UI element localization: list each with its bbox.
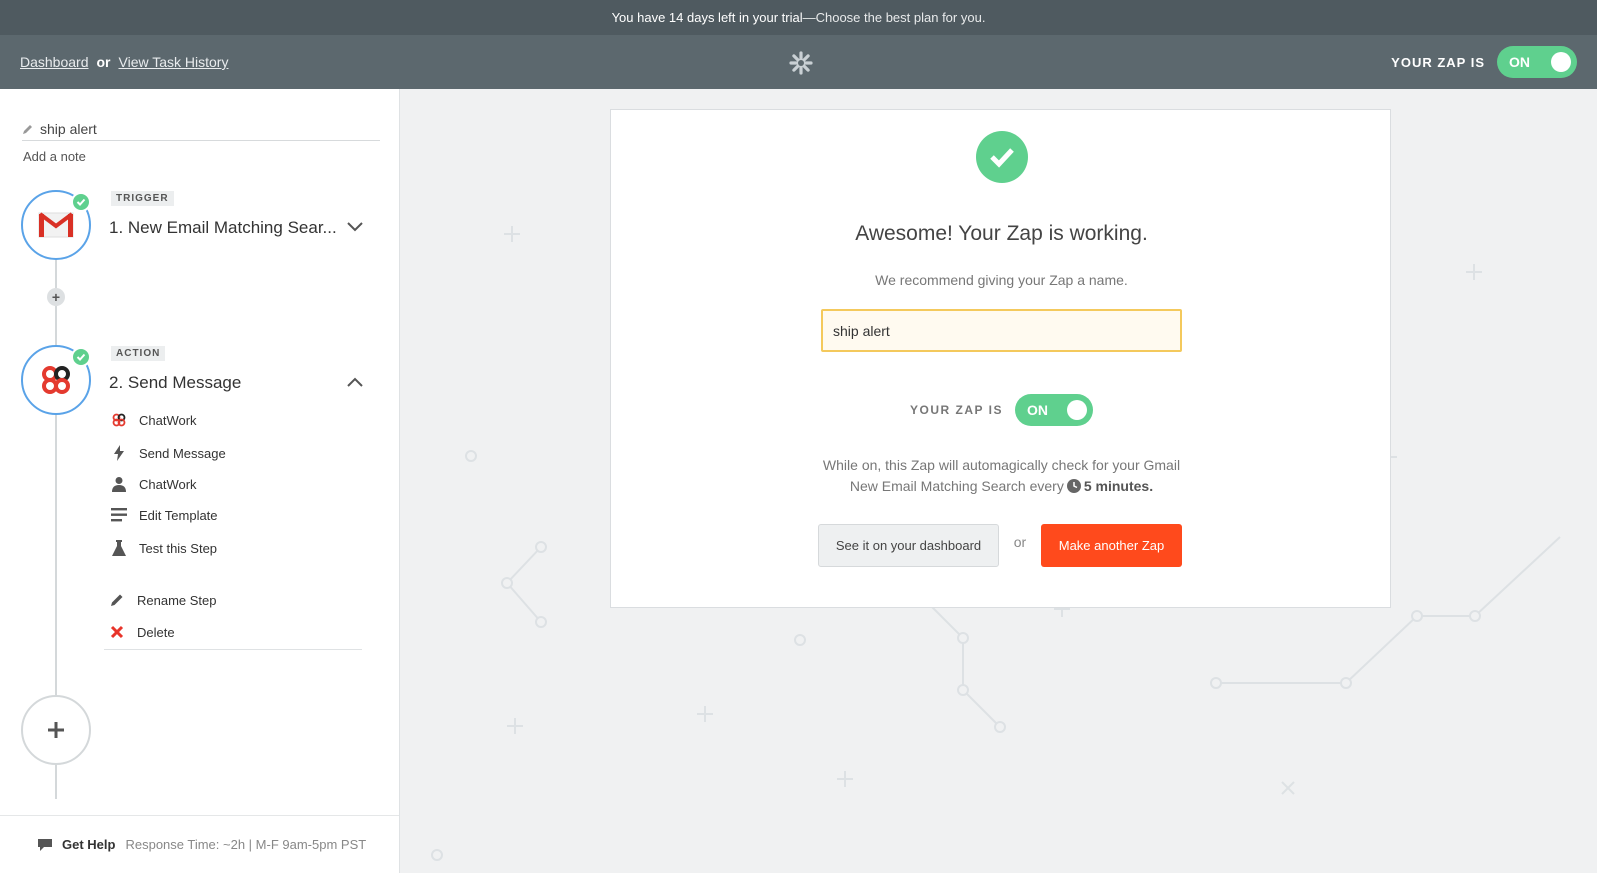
card-status-label: YOUR ZAP IS [910,403,1003,417]
chatwork-icon [42,366,70,394]
trial-text: You have 14 days left in your trial [611,10,803,25]
poll-interval: 5 minutes. [1083,478,1154,494]
add-step-between-button[interactable]: + [47,288,65,306]
gmail-icon [38,212,74,238]
success-subtitle: We recommend giving your Zap a name. [875,272,1128,288]
toggle-label: ON [1026,402,1048,418]
zap-status: YOUR ZAP IS ON [1391,35,1577,89]
card-zap-toggle[interactable]: ON [1014,394,1093,426]
clock-icon [1066,479,1081,493]
actions-or: or [1013,533,1027,550]
view-task-history-link[interactable]: View Task History [119,54,229,70]
zapier-logo-icon[interactable] [789,51,813,75]
add-note-link[interactable]: Add a note [23,149,86,164]
plus-icon [48,722,64,738]
editor-sidebar: ship alert Add a note TRIGGER 1. New Ema… [0,89,400,873]
chevron-up-icon[interactable] [347,377,363,387]
top-nav: Dashboard or View Task History YOUR ZAP … [0,35,1597,89]
polling-description: While on, this Zap will automagically ch… [611,455,1392,497]
toggle-knob [1551,52,1571,72]
nav-links: Dashboard or View Task History [20,35,228,89]
action-event-item[interactable]: Send Message [111,445,226,461]
action-check-icon [71,347,91,367]
pencil-icon [109,592,125,608]
trial-banner: You have 14 days left in your trial —Cho… [0,0,1597,35]
flask-icon [111,540,127,556]
action-test-item[interactable]: Test this Step [111,540,217,556]
zap-name-text: ship alert [40,120,97,137]
delete-step-item[interactable]: Delete [109,624,175,640]
action-item-label: Test this Step [139,540,218,556]
user-icon [111,476,127,492]
rename-step-label: Rename Step [137,592,217,608]
success-title: Awesome! Your Zap is working. [855,222,1148,245]
help-bar: Get Help Response Time: ~2h | M-F 9am-5p… [0,815,399,873]
action-item-label: ChatWork [139,412,197,428]
rename-step-item[interactable]: Rename Step [109,592,217,608]
toggle-label: ON [1509,54,1530,70]
card-actions: See it on your dashboard or Make another… [818,524,1182,567]
see-dashboard-button[interactable]: See it on your dashboard [818,524,999,567]
action-item-label: Edit Template [139,507,218,523]
desc-line-2-text: New Email Matching Search every [849,478,1064,494]
zap-name-input[interactable] [821,309,1182,352]
make-another-zap-button[interactable]: Make another Zap [1041,524,1182,567]
desc-line-2: New Email Matching Search every 5 minutes… [611,476,1392,497]
action-app-item[interactable]: ChatWork [111,412,197,428]
pencil-icon [23,124,32,134]
response-time-text: Response Time: ~2h | M-F 9am-5pm PST [125,837,367,852]
trial-cta-link[interactable]: —Choose the best plan for you. [803,10,986,25]
delete-step-label: Delete [137,624,175,640]
zap-name-field[interactable]: ship alert [22,117,380,141]
trigger-tag: TRIGGER [111,191,174,206]
desc-line-1: While on, this Zap will automagically ch… [822,457,1181,473]
zap-status-label: YOUR ZAP IS [1391,54,1485,70]
add-step-button[interactable] [21,695,91,765]
chatwork-small-icon [111,412,127,428]
trigger-step-title[interactable]: 1. New Email Matching Sear... [109,218,337,238]
action-item-label: Send Message [139,445,226,461]
action-item-label: ChatWork [139,476,197,492]
sub-divider [104,649,362,650]
toggle-knob [1066,400,1087,420]
chevron-down-icon[interactable] [347,222,363,232]
chat-bubble-icon [38,838,52,851]
action-tag: ACTION [111,346,166,361]
card-zap-status: YOUR ZAP IS ON [611,394,1392,426]
bolt-icon [111,445,127,461]
action-template-item[interactable]: Edit Template [111,507,218,523]
action-account-item[interactable]: ChatWork [111,476,197,492]
success-card: Awesome! Your Zap is working. We recomme… [610,109,1391,608]
success-check-icon [976,131,1028,183]
lines-icon [111,507,127,523]
zap-on-toggle[interactable]: ON [1497,46,1577,78]
trigger-check-icon [71,192,91,212]
nav-or: or [96,54,111,70]
get-help-link[interactable]: Get Help [62,837,115,852]
dashboard-link[interactable]: Dashboard [20,54,89,70]
action-step-title[interactable]: 2. Send Message [109,373,241,393]
close-icon [109,624,125,640]
